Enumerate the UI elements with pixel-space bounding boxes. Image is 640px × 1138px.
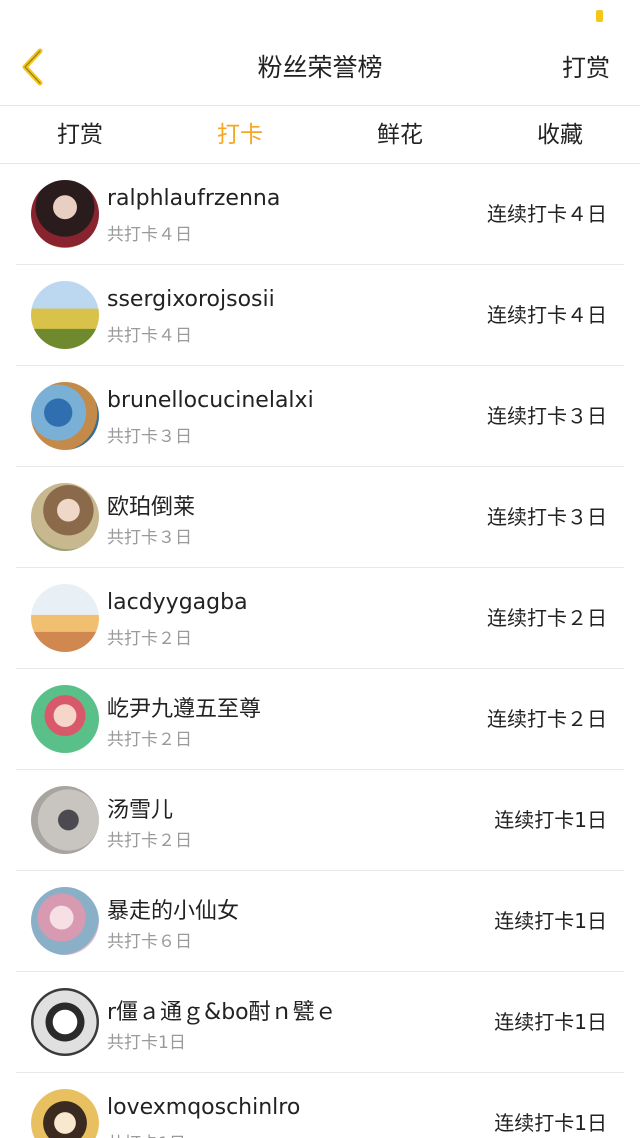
chevron-left-icon [22,48,43,86]
fan-name: 欧珀倒莱 [107,495,196,520]
total-checkins: 共打卡４日 [107,326,192,346]
avatar [31,1089,99,1138]
streak-days: 连续打卡1日 [494,1111,607,1135]
fan-name: 暴走的小仙女 [107,899,240,924]
tab-checkin[interactable]: 打卡 [160,106,320,163]
avatar [31,988,99,1056]
fan-name: lacdyygagba [107,590,248,615]
total-checkins: 共打卡２日 [107,831,192,851]
streak-days: 连续打卡４日 [487,202,607,226]
streak-days: 连续打卡２日 [487,606,607,630]
battery-icon [596,10,603,22]
fan-name: 汤雪儿 [107,798,174,823]
total-checkins: 共打卡1日 [107,1033,186,1053]
list-item[interactable]: r僵ａ通ｇ&bo酎ｎ甓ｅ 共打卡1日 连续打卡1日 [16,972,624,1073]
total-checkins: 共打卡４日 [107,225,192,245]
back-button[interactable] [10,44,54,90]
tab-bar: 打赏 打卡 鲜花 收藏 [0,106,640,164]
tab-reward[interactable]: 打赏 [0,106,160,163]
fan-name: brunellocucinelalxi [107,388,314,413]
avatar [31,887,99,955]
fan-name: ssergixorojsosii [107,287,275,312]
fan-name: 屹尹九遵五至尊 [107,697,262,722]
list-item[interactable]: ssergixorojsosii 共打卡４日 连续打卡４日 [16,265,624,366]
avatar [31,382,99,450]
fan-name: ralphlaufrzenna [107,186,281,211]
streak-days: 连续打卡２日 [487,707,607,731]
page-title: 粉丝荣誉榜 [257,53,383,82]
status-bar [0,0,640,30]
streak-days: 连续打卡３日 [487,404,607,428]
tab-favorites[interactable]: 收藏 [480,106,640,163]
streak-days: 连续打卡４日 [487,303,607,327]
streak-days: 连续打卡1日 [494,808,607,832]
avatar [31,685,99,753]
total-checkins: 共打卡２日 [107,730,192,750]
fan-name: lovexmqoschinlro [107,1095,301,1120]
list-item[interactable]: lacdyygagba 共打卡２日 连续打卡２日 [16,568,624,669]
streak-days: 连续打卡1日 [494,1010,607,1034]
avatar [31,483,99,551]
total-checkins: 共打卡３日 [107,427,192,447]
streak-days: 连续打卡1日 [494,909,607,933]
fan-list: ralphlaufrzenna 共打卡４日 连续打卡４日 ssergixoroj… [0,164,640,1138]
list-item[interactable]: brunellocucinelalxi 共打卡３日 连续打卡３日 [16,366,624,467]
list-item[interactable]: lovexmqoschinlro 共打卡1日 连续打卡1日 [16,1073,624,1138]
total-checkins: 共打卡３日 [107,528,192,548]
list-item[interactable]: 汤雪儿 共打卡２日 连续打卡1日 [16,770,624,871]
list-item[interactable]: 暴走的小仙女 共打卡６日 连续打卡1日 [16,871,624,972]
nav-bar: 粉丝荣誉榜 打赏 [0,30,640,106]
total-checkins: 共打卡２日 [107,629,192,649]
avatar [31,584,99,652]
tab-flowers[interactable]: 鲜花 [320,106,480,163]
streak-days: 连续打卡３日 [487,505,607,529]
fan-name: r僵ａ通ｇ&bo酎ｎ甓ｅ [107,1000,337,1025]
list-item[interactable]: 欧珀倒莱 共打卡３日 连续打卡３日 [16,467,624,568]
reward-button[interactable]: 打赏 [562,30,610,106]
list-item[interactable]: 屹尹九遵五至尊 共打卡２日 连续打卡２日 [16,669,624,770]
avatar [31,786,99,854]
list-item[interactable]: ralphlaufrzenna 共打卡４日 连续打卡４日 [16,164,624,265]
total-checkins: 共打卡1日 [107,1129,186,1138]
total-checkins: 共打卡６日 [107,932,192,952]
avatar [31,180,99,248]
avatar [31,281,99,349]
